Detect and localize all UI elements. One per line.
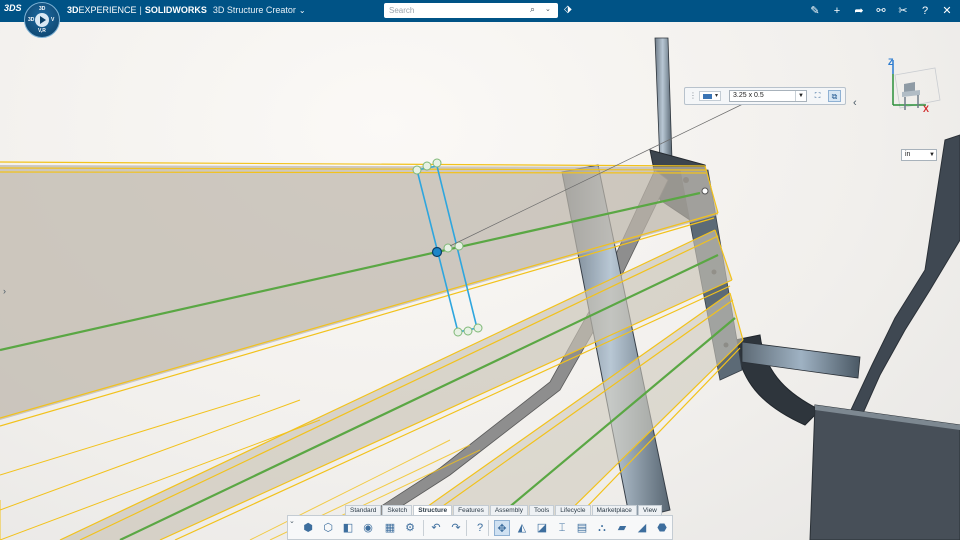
app-name[interactable]: 3D Structure Creator bbox=[213, 5, 296, 15]
plate-icon[interactable]: ▰ bbox=[614, 520, 630, 536]
shape-dropdown-icon: ▾ bbox=[714, 93, 718, 99]
forward-icon[interactable]: ➦ bbox=[852, 3, 866, 19]
tools-icon[interactable]: ✂ bbox=[896, 3, 910, 19]
select-icon[interactable]: ✥ bbox=[494, 520, 510, 536]
action-bar-collapse-icon[interactable]: ⌄ bbox=[289, 517, 295, 525]
tab-structure[interactable]: Structure bbox=[413, 505, 453, 515]
brand-prefix: 3D bbox=[67, 5, 79, 15]
orient-profile-icon[interactable]: ⛶ bbox=[811, 90, 824, 102]
ds-logo: 3DS bbox=[4, 3, 22, 13]
add-icon[interactable]: + bbox=[830, 3, 844, 19]
back-post-upper bbox=[654, 37, 673, 166]
collapse-icon[interactable]: ✕ bbox=[940, 3, 954, 19]
brand-title: 3DEXPERIENCE | SOLIDWORKS 3D Structure Crea… bbox=[67, 4, 306, 17]
tab-view[interactable]: View bbox=[637, 505, 662, 515]
shell-icon[interactable]: ⬣ bbox=[654, 520, 670, 536]
top-bar: 3DS 3DEXPERIENCE | SOLIDWORKS 3D Structure … bbox=[0, 0, 960, 22]
units-select[interactable]: in ▼ bbox=[901, 149, 937, 161]
panel-expand-left-icon[interactable]: ‹ bbox=[853, 97, 857, 109]
units-dropdown-icon[interactable]: ▼ bbox=[929, 150, 935, 160]
cut-list-icon[interactable]: ▦ bbox=[382, 520, 398, 536]
compass-play-icon bbox=[35, 13, 49, 27]
gusset-icon[interactable]: ◧ bbox=[340, 520, 356, 536]
frame-tube-right bbox=[849, 134, 960, 421]
align-profile-icon[interactable]: ⧉ bbox=[828, 90, 841, 102]
rectangle-profile-icon bbox=[703, 94, 712, 99]
tab-assembly[interactable]: Assembly bbox=[489, 505, 529, 515]
tab-marketplace[interactable]: Marketplace bbox=[591, 505, 637, 515]
wedge-icon[interactable]: ◢ bbox=[634, 520, 650, 536]
panel-expand-right-icon[interactable]: › bbox=[3, 286, 6, 296]
settings-icon[interactable]: ⚙ bbox=[402, 520, 418, 536]
app-menu-chevron-icon[interactable]: ⌄ bbox=[299, 6, 306, 15]
drag-handle-icon[interactable]: ⋮ bbox=[689, 91, 697, 100]
tab-sketch[interactable]: Sketch bbox=[382, 505, 413, 515]
view-cube[interactable] bbox=[892, 60, 941, 110]
brand-solidworks: SOLIDWORKS bbox=[144, 5, 207, 15]
tab-lifecycle[interactable]: Lifecycle bbox=[555, 505, 591, 515]
units-value: in bbox=[905, 151, 911, 158]
table-icon[interactable]: ▤ bbox=[574, 520, 590, 536]
tab-standard[interactable]: Standard bbox=[345, 505, 382, 515]
triad-x-label: X bbox=[923, 104, 930, 114]
beam-icon[interactable]: ⌶ bbox=[554, 520, 570, 536]
tag-icon[interactable]: ⬗ bbox=[564, 4, 572, 15]
structure-member-icon[interactable]: ⬢ bbox=[300, 520, 316, 536]
section-icon[interactable]: ◪ bbox=[534, 520, 550, 536]
toolbar-divider bbox=[423, 520, 424, 536]
box-view-icon[interactable]: ◭ bbox=[514, 520, 530, 536]
brand-experience: EXPERIENCE bbox=[78, 5, 137, 15]
toolbar-divider bbox=[466, 520, 467, 536]
tab-tools[interactable]: Tools bbox=[529, 505, 555, 515]
search-icon[interactable]: ⌕ bbox=[530, 4, 535, 15]
tab-features[interactable]: Features bbox=[453, 505, 489, 515]
trim-extend-icon[interactable]: ⬡ bbox=[320, 520, 336, 536]
undo-icon[interactable]: ↶ bbox=[428, 520, 444, 536]
network-icon[interactable]: ⚯ bbox=[874, 3, 888, 19]
header-actions: ✎ + ➦ ⚯ ✂? ✕ bbox=[808, 3, 954, 19]
brand-separator: | bbox=[139, 5, 142, 15]
share-icon[interactable]: ✎ bbox=[808, 3, 822, 19]
profile-shape-button[interactable]: ▾ bbox=[699, 91, 721, 101]
help-icon[interactable]: ? bbox=[472, 520, 488, 536]
profile-property-bar: ⋮ ▾ 3.25 x 0.5 ▼ ⛶ ⧉ bbox=[684, 87, 846, 105]
search-field[interactable]: Search ⌕ ⌄ bbox=[384, 3, 558, 18]
triad-z-label: Z bbox=[888, 57, 894, 67]
redo-icon[interactable]: ↷ bbox=[448, 520, 464, 536]
weld-icon[interactable]: ⛬ bbox=[594, 520, 610, 536]
search-options-chevron-icon[interactable]: ⌄ bbox=[545, 5, 551, 13]
end-cap-icon[interactable]: ◉ bbox=[360, 520, 376, 536]
help-icon[interactable]: ? bbox=[918, 3, 932, 19]
compass-icon[interactable]: 3D 3D V V,R bbox=[24, 2, 60, 38]
leader-anchor bbox=[701, 187, 709, 195]
action-bar: ⌄ ⬢ ⬡ ◧ ◉ ▦ ⚙ ↶ ↷? ✥ ◭ ◪ ⌶ ▤ ⛬ ▰ ◢ ⬣ bbox=[287, 515, 673, 540]
search-input[interactable]: Search bbox=[389, 6, 414, 15]
profile-size-select[interactable]: 3.25 x 0.5 ▼ bbox=[729, 90, 807, 102]
toolbar-divider bbox=[488, 520, 489, 536]
profile-size-dropdown-icon[interactable]: ▼ bbox=[795, 91, 806, 101]
action-bar-tabs: Standard Sketch Structure Features Assembly T… bbox=[345, 505, 663, 515]
profile-size-value: 3.25 x 0.5 bbox=[733, 92, 764, 99]
